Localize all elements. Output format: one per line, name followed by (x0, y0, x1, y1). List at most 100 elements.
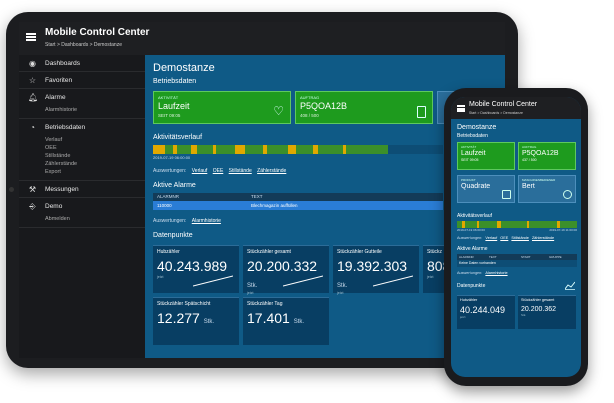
timeline-segment (462, 221, 465, 228)
link-zaehlerstaende[interactable]: Zählerstände (532, 236, 554, 240)
link-verlauf[interactable]: Verlauf (485, 236, 497, 240)
sidebar-item-demo[interactable]: ⎆ Demo (19, 198, 145, 215)
sidebar-item-alarme[interactable]: 🔔︎ Alarme (19, 89, 145, 106)
breadcrumb[interactable]: Start > Dashboards > Demostanze (45, 42, 122, 48)
column-header[interactable]: START (521, 254, 531, 260)
phone-app-title: Mobile Control Center (469, 101, 538, 108)
menu-icon[interactable] (26, 33, 36, 41)
tile-value: 40.244.049 (460, 305, 506, 315)
phone-card-auftrag[interactable]: Auftrag P5QOA12B 437 / 500 (518, 142, 576, 170)
app-header: Mobile Control Center Start > Dashboards… (19, 22, 505, 55)
sidebar-subitem-alarmhistorie[interactable]: Alarmhistorie (19, 106, 145, 114)
phone-card-produkt[interactable]: Produkt Quadrate (457, 175, 515, 203)
scene: Mobile Control Center Start > Dashboards… (0, 0, 614, 403)
column-header[interactable]: TEXT (489, 254, 497, 260)
timeline-segment (497, 221, 501, 228)
page-title: Demostanze (153, 62, 215, 74)
card-value: P5QOA12B (300, 101, 348, 111)
card-aktivitaet[interactable]: Aktivität Laufzeit SEIT 09:05 ♡ (153, 91, 291, 124)
phone-auswertungen-links: Auswertungen: Verlauf OEE Stillstände Zä… (457, 236, 577, 240)
sidebar-item-messungen[interactable]: ⚒ Messungen (19, 181, 145, 198)
link-verlauf[interactable]: Verlauf (192, 168, 208, 174)
sidebar-subitem-export[interactable]: Export (19, 168, 145, 176)
timeline-segment (527, 221, 529, 228)
phone-activity-timeline[interactable] (457, 221, 577, 228)
datapoint-tile[interactable]: Stückzähler Gutteile 19.392.303 Stk. jet… (333, 245, 419, 295)
section-title: Datenpunkte (457, 283, 486, 289)
alarm-nr: 110000 (157, 203, 172, 208)
sidebar-group-demo: ⎆ Demo Abmelden (19, 198, 145, 228)
sidebar-subitem-abmelden[interactable]: Abmelden (19, 215, 145, 223)
card-label: Maschinenbediener (522, 178, 556, 182)
timeline-segment (213, 145, 216, 154)
tile-value: 40.243.989 (157, 258, 228, 274)
column-header[interactable]: TEXT (251, 193, 263, 201)
tile-label: Hubzähler (157, 249, 180, 255)
user-icon (563, 190, 572, 199)
tile-sub: Stk. (521, 313, 527, 317)
link-alarmhistorie[interactable]: Alarmhistorie (192, 218, 221, 224)
wrench-icon: ⚒ (28, 185, 37, 194)
sidebar-item-dashboards[interactable]: ◉ Dashboards (19, 55, 145, 72)
datapoint-tile[interactable]: Hubzähler 40.243.989 jetzt (153, 245, 239, 293)
card-sub: SEIT 09:05 (158, 113, 181, 118)
card-sub: 408 / 500 (300, 113, 319, 118)
link-zaehlerstaende[interactable]: Zählerstände (257, 168, 286, 174)
timeline-segment (153, 145, 165, 154)
sparkline (373, 275, 413, 287)
sparkline (283, 275, 323, 287)
timeline-segment (235, 145, 245, 154)
sidebar-subitem-oee[interactable]: OEE (19, 144, 145, 152)
card-value: Laufzeit (158, 101, 190, 111)
datapoint-tile[interactable]: Stückzähler Spätschicht 12.277 Stk. (153, 297, 239, 345)
chart-icon[interactable] (565, 281, 575, 290)
link-stillstaende[interactable]: Stillstände (229, 168, 252, 174)
menu-icon[interactable] (457, 105, 465, 112)
timeline-segment (477, 221, 479, 228)
timeline-end-time: 2019-07-19 11:00:00 (549, 228, 577, 232)
sidebar-subitem-verlauf[interactable]: Verlauf (19, 136, 145, 144)
table-row[interactable]: 110000 Blechmagazin auffüllen (153, 201, 443, 210)
tile-label: Stückzähler Gutteile (337, 249, 382, 255)
sidebar-item-betriebsdaten[interactable]: ◔ Betriebsdaten (19, 119, 145, 136)
card-label: Auftrag (522, 145, 537, 149)
tile-label: Hubzähler (460, 298, 478, 302)
phone-section-datenpunkte: Datenpunkte (457, 281, 577, 290)
card-value: P5QOA12B (522, 150, 559, 157)
card-value: Quadrate (461, 183, 491, 190)
datapoint-tile[interactable]: Stückzähler Tag 17.401 Stk. (243, 297, 329, 345)
sidebar-item-label: Dashboards (45, 60, 81, 67)
phone-screen: Mobile Control Center Start > Dashboards… (451, 97, 581, 377)
card-auftrag[interactable]: Auftrag P5QOA12B 408 / 500 (295, 91, 433, 124)
datapoint-tile[interactable]: Hubzähler 40.244.049 jetzt (457, 295, 515, 329)
datapoint-tile[interactable]: Stückzähler gesamt 20.200.332 Stk. jetzt (243, 245, 329, 295)
card-value: Laufzeit (461, 150, 486, 157)
activity-timeline[interactable] (153, 145, 443, 154)
phone-card-bediener[interactable]: Maschinenbediener Bert (518, 175, 576, 203)
column-header[interactable]: ALARMNR (459, 254, 474, 260)
link-stillstaende[interactable]: Stillstände (511, 236, 529, 240)
column-header[interactable]: ALARMNR (157, 193, 179, 201)
tile-value: 20.200.362 (521, 306, 557, 313)
alarm-text: Blechmagazin auffüllen (251, 203, 298, 208)
tile-label: Stückzähler Tag (247, 301, 283, 307)
column-header[interactable]: GRUPPE (549, 254, 562, 260)
phone-card-aktivitaet[interactable]: Aktivität Laufzeit SEIT 09:05 (457, 142, 515, 170)
phone-breadcrumb[interactable]: Start > Dashboards > Demostanze (469, 111, 523, 115)
timeline-segment (313, 145, 318, 154)
card-label: Produkt (461, 178, 476, 182)
link-oee[interactable]: OEE (500, 236, 508, 240)
phone-section-betriebsdaten: Betriebsdaten (457, 133, 488, 139)
app-title: Mobile Control Center (45, 27, 150, 38)
link-alarmhistorie[interactable]: Alarmhistorie (485, 271, 507, 275)
pie-chart-icon: ◔ (30, 123, 35, 132)
tile-sub: jetzt (337, 291, 344, 295)
tablet-camera (9, 187, 14, 192)
sidebar-item-favoriten[interactable]: ☆ Favoriten (19, 72, 145, 89)
link-oee[interactable]: OEE (213, 168, 224, 174)
datapoint-tile[interactable]: Stückzähler gesamt 20.200.362 Stk. (518, 295, 576, 329)
phone-alarm-header: ALARMNR TEXT START GRUPPE (457, 254, 577, 260)
sidebar-subitem-zaehlerstaende[interactable]: Zählerstände (19, 160, 145, 168)
sidebar-subitem-stillstaende[interactable]: Stillstände (19, 152, 145, 160)
card-value: Bert (522, 183, 535, 190)
